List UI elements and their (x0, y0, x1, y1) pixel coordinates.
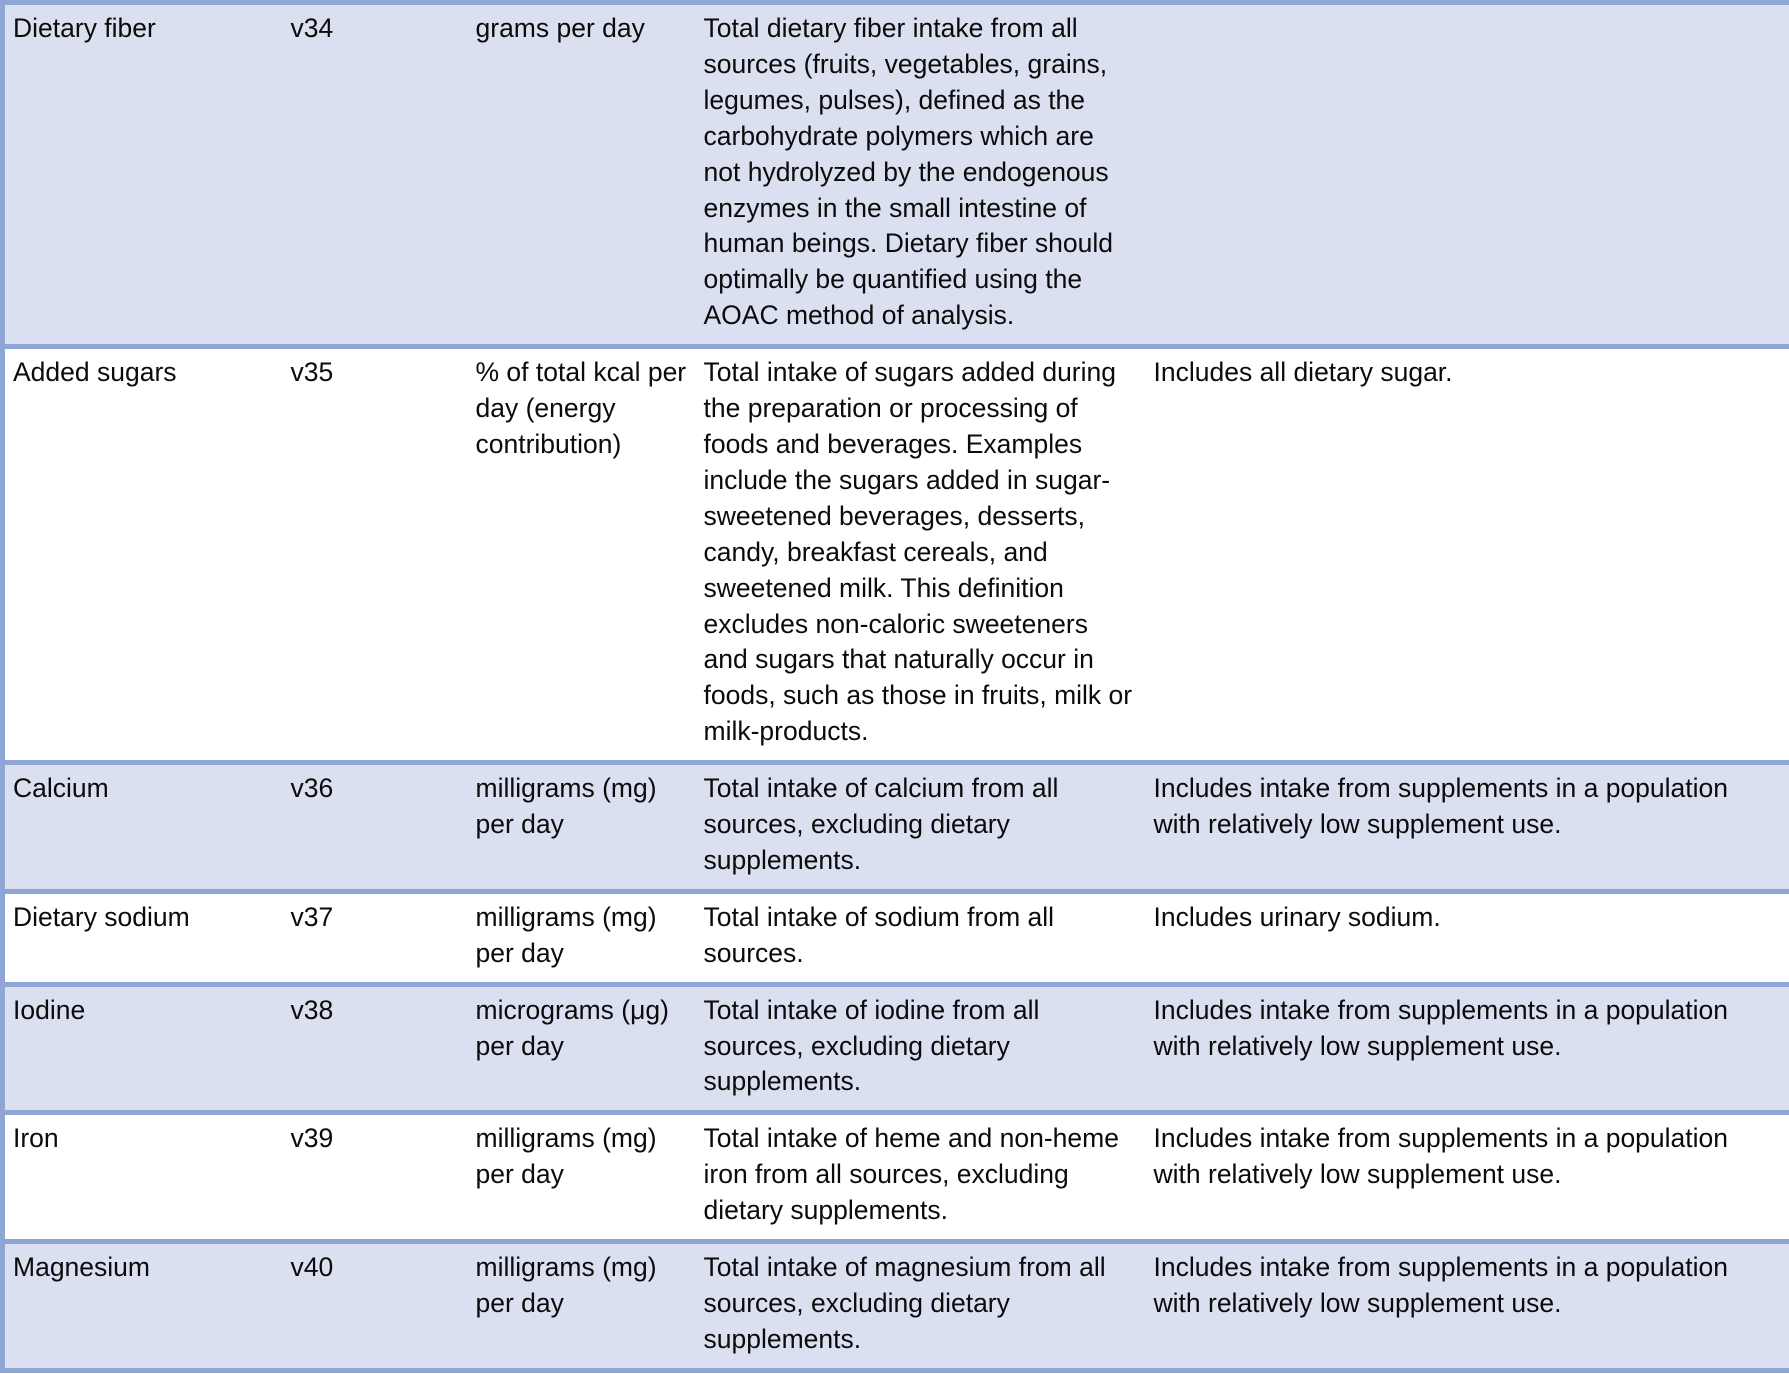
cell-description: Total intake of sugars added during the … (695, 344, 1146, 763)
cell-notes: Includes urinary sodium. (1145, 888, 1789, 985)
cell-variable-code: v35 (282, 344, 468, 763)
cell-description: Total intake of calcium from all sources… (695, 760, 1146, 892)
cell-variable-name: Iodine (2, 981, 283, 1113)
cell-notes: Includes intake from supplements in a po… (1145, 1110, 1789, 1242)
cell-variable-name: Added sugars (2, 344, 283, 763)
cell-variable-code: v38 (282, 981, 468, 1113)
cell-variable-name: Dietary sodium (2, 888, 283, 985)
cell-unit: milligrams (mg) per day (467, 760, 696, 892)
cell-description: Total intake of iodine from all sources,… (695, 981, 1146, 1113)
variable-definition-table: Dietary fiber v34 grams per day Total di… (0, 0, 1789, 1373)
cell-variable-code: v36 (282, 760, 468, 892)
cell-notes: Includes intake from supplements in a po… (1145, 981, 1789, 1113)
table-row: Calcium v36 milligrams (mg) per day Tota… (2, 760, 1789, 892)
cell-variable-name: Dietary fiber (2, 0, 283, 347)
cell-description: Total intake of heme and non-heme iron f… (695, 1110, 1146, 1242)
cell-variable-code: v40 (282, 1239, 468, 1373)
cell-notes: Includes intake from supplements in a po… (1145, 1239, 1789, 1373)
cell-description: Total intake of sodium from all sources. (695, 888, 1146, 985)
cell-variable-name: Iron (2, 1110, 283, 1242)
cell-unit: milligrams (mg) per day (467, 1239, 696, 1373)
cell-unit: % of total kcal per day (energy contribu… (467, 344, 696, 763)
table-row: Added sugars v35 % of total kcal per day… (2, 344, 1789, 763)
cell-unit: milligrams (mg) per day (467, 888, 696, 985)
cell-variable-name: Calcium (2, 760, 283, 892)
table-row: Iron v39 milligrams (mg) per day Total i… (2, 1110, 1789, 1242)
document-page: Dietary fiber v34 grams per day Total di… (0, 0, 1789, 1374)
table-row: Dietary fiber v34 grams per day Total di… (2, 0, 1789, 347)
table-row: Magnesium v40 milligrams (mg) per day To… (2, 1239, 1789, 1373)
cell-unit: grams per day (467, 0, 696, 347)
cell-variable-code: v39 (282, 1110, 468, 1242)
cell-notes: Includes all dietary sugar. (1145, 344, 1789, 763)
cell-variable-code: v37 (282, 888, 468, 985)
cell-variable-name: Magnesium (2, 1239, 283, 1373)
cell-unit: micrograms (μg) per day (467, 981, 696, 1113)
cell-variable-code: v34 (282, 0, 468, 347)
table-row: Dietary sodium v37 milligrams (mg) per d… (2, 888, 1789, 985)
cell-notes: Includes intake from supplements in a po… (1145, 760, 1789, 892)
table-row: Iodine v38 micrograms (μg) per day Total… (2, 981, 1789, 1113)
cell-notes (1145, 0, 1789, 347)
cell-description: Total intake of magnesium from all sourc… (695, 1239, 1146, 1373)
table-body: Dietary fiber v34 grams per day Total di… (2, 0, 1789, 1373)
cell-unit: milligrams (mg) per day (467, 1110, 696, 1242)
cell-description: Total dietary fiber intake from all sour… (695, 0, 1146, 347)
